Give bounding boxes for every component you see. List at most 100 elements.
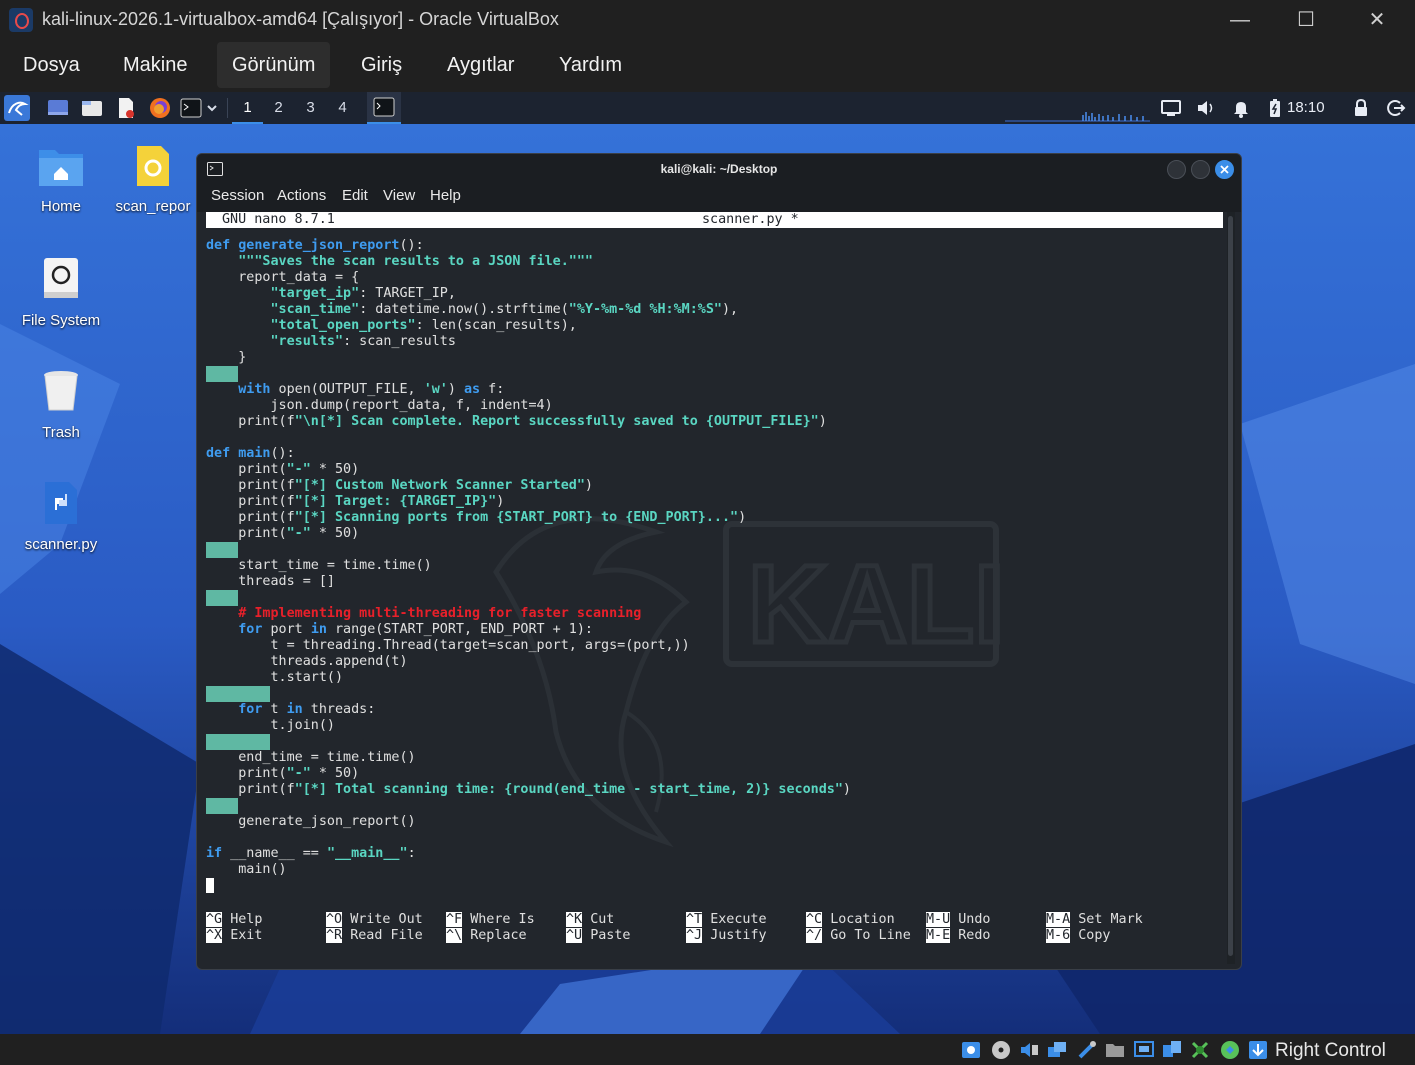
workspace-3[interactable]: 3 [295, 92, 326, 124]
code-line[interactable]: t.join() [206, 718, 335, 734]
terminal-menu-actions[interactable]: Actions [277, 187, 326, 204]
recording-icon[interactable] [1161, 1039, 1183, 1061]
terminal-menu-view[interactable]: View [383, 187, 415, 204]
code-line[interactable]: """Saves the scan results to a JSON file… [206, 254, 593, 270]
workspace-2[interactable]: 2 [263, 92, 294, 124]
hard-disk-icon[interactable] [960, 1039, 982, 1061]
code-line[interactable]: print(f"[*] Custom Network Scanner Start… [206, 478, 593, 494]
nano-shortcut[interactable]: ^\ Replace [446, 928, 527, 944]
scrollbar-thumb[interactable] [1228, 216, 1233, 956]
network-adapter-icon[interactable] [1046, 1039, 1068, 1061]
code-line[interactable]: "results": scan_results [206, 334, 456, 350]
battery-icon[interactable] [1264, 97, 1286, 119]
menu-giris[interactable]: Giriş [346, 42, 417, 88]
menu-gorunum[interactable]: Görünüm [217, 42, 331, 88]
code-line[interactable]: "target_ip": TARGET_IP, [206, 286, 456, 302]
nano-shortcut[interactable]: ^R Read File [326, 928, 423, 944]
code-line[interactable]: def generate_json_report(): [206, 238, 424, 254]
code-line[interactable]: generate_json_report() [206, 814, 415, 830]
desktop-icon-scan-report[interactable]: scan_repor [110, 144, 196, 215]
nano-shortcut[interactable]: M-6 Copy [1046, 928, 1111, 944]
desktop-icon-file-system[interactable]: File System [6, 256, 116, 329]
terminal-menu-help[interactable]: Help [430, 187, 461, 204]
code-line[interactable]: } [206, 350, 246, 366]
logout-icon[interactable] [1384, 97, 1406, 119]
nano-shortcut[interactable]: ^J Justify [686, 928, 767, 944]
nano-shortcut[interactable]: ^C Location [806, 912, 895, 928]
text-editor-icon[interactable] [115, 97, 137, 119]
optical-drive-icon[interactable] [990, 1039, 1012, 1061]
code-line[interactable]: main() [206, 862, 286, 878]
nano-editor[interactable]: GNU nano 8.7.1 scanner.py * KALI def gen… [206, 212, 1226, 964]
code-line[interactable]: def main(): [206, 446, 295, 462]
terminal-close-button[interactable] [1215, 160, 1234, 179]
panel-clock[interactable]: 18:10 [1287, 99, 1325, 116]
code-line[interactable]: for port in range(START_PORT, END_PORT +… [206, 622, 593, 638]
code-line[interactable]: threads = [] [206, 574, 335, 590]
desktop-icon-scanner-py[interactable]: scanner.py [6, 480, 116, 553]
nano-shortcut[interactable]: M-U Undo [926, 912, 991, 928]
code-line[interactable]: print("-" * 50) [206, 766, 359, 782]
shared-folders-icon[interactable] [1104, 1039, 1126, 1061]
code-line[interactable]: for t in threads: [206, 702, 375, 718]
nano-shortcut[interactable]: ^O Write Out [326, 912, 423, 928]
menu-dosya[interactable]: Dosya [8, 42, 95, 88]
close-button[interactable]: ✕ [1357, 6, 1397, 34]
terminal-scrollbar[interactable] [1227, 212, 1235, 964]
terminal-menu-edit[interactable]: Edit [342, 187, 368, 204]
firefox-icon[interactable] [149, 97, 171, 119]
notifications-icon[interactable] [1230, 97, 1252, 119]
display-icon[interactable] [1160, 97, 1182, 119]
code-line[interactable]: "total_open_ports": len(scan_results), [206, 318, 577, 334]
volume-icon[interactable] [1195, 97, 1217, 119]
menu-yardim[interactable]: Yardım [544, 42, 637, 88]
nano-shortcut[interactable]: ^T Execute [686, 912, 767, 928]
code-line[interactable]: end_time = time.time() [206, 750, 415, 766]
code-line[interactable]: if __name__ == "__main__": [206, 846, 416, 862]
nano-shortcut[interactable]: ^/ Go To Line [806, 928, 911, 944]
audio-icon[interactable] [1018, 1039, 1040, 1061]
terminal-menu-session[interactable]: Session [211, 187, 264, 204]
code-line[interactable]: print("-" * 50) [206, 462, 359, 478]
nano-shortcut[interactable]: ^G Help [206, 912, 262, 928]
code-line[interactable]: print(f"[*] Total scanning time: {round(… [206, 782, 851, 798]
nano-shortcut[interactable]: M-E Redo [926, 928, 991, 944]
code-line[interactable]: start_time = time.time() [206, 558, 432, 574]
menu-makine[interactable]: Makine [108, 42, 202, 88]
code-line[interactable]: json.dump(report_data, f, indent=4) [206, 398, 552, 414]
code-line[interactable]: with open(OUTPUT_FILE, 'w') as f: [206, 382, 504, 398]
code-line[interactable]: threads.append(t) [206, 654, 407, 670]
taskbar-terminal-button[interactable] [367, 92, 401, 124]
nano-shortcut[interactable]: ^K Cut [566, 912, 614, 928]
file-manager-icon[interactable] [81, 97, 103, 119]
show-desktop-icon[interactable] [47, 97, 69, 119]
code-line[interactable]: print(f"[*] Scanning ports from {START_P… [206, 510, 746, 526]
workspace-4[interactable]: 4 [327, 92, 358, 124]
terminal-minimize-button[interactable] [1167, 160, 1186, 179]
code-line[interactable]: print(f"[*] Target: {TARGET_IP}") [206, 494, 504, 510]
minimize-button[interactable]: — [1220, 6, 1260, 34]
code-line[interactable]: print("-" * 50) [206, 526, 359, 542]
nano-shortcut[interactable]: ^X Exit [206, 928, 262, 944]
terminal-launcher-icon[interactable] [180, 97, 202, 119]
processor-icon[interactable] [1189, 1039, 1211, 1061]
desktop-icon-home[interactable]: Home [6, 144, 116, 215]
code-line[interactable]: report_data = { [206, 270, 359, 286]
nano-shortcut[interactable]: M-A Set Mark [1046, 912, 1143, 928]
code-line[interactable]: print(f"\n[*] Scan complete. Report succ… [206, 414, 827, 430]
code-line[interactable]: t = threading.Thread(target=scan_port, a… [206, 638, 689, 654]
menu-aygitlar[interactable]: Aygıtlar [432, 42, 529, 88]
code-line[interactable]: "scan_time": datetime.now().strftime("%Y… [206, 302, 739, 318]
chevron-down-icon[interactable] [205, 97, 219, 119]
nano-shortcut[interactable]: ^F Where Is [446, 912, 535, 928]
guest-additions-icon[interactable] [1219, 1039, 1241, 1061]
maximize-button[interactable]: ☐ [1286, 6, 1326, 34]
code-line[interactable]: # Implementing multi-threading for faste… [206, 606, 641, 622]
display-settings-icon[interactable] [1133, 1039, 1155, 1061]
usb-icon[interactable] [1076, 1039, 1098, 1061]
desktop-icon-trash[interactable]: Trash [6, 368, 116, 441]
mouse-integration-icon[interactable] [1247, 1039, 1269, 1061]
nano-shortcut[interactable]: ^U Paste [566, 928, 631, 944]
kali-menu-icon[interactable] [4, 95, 30, 121]
workspace-1[interactable]: 1 [232, 92, 263, 124]
